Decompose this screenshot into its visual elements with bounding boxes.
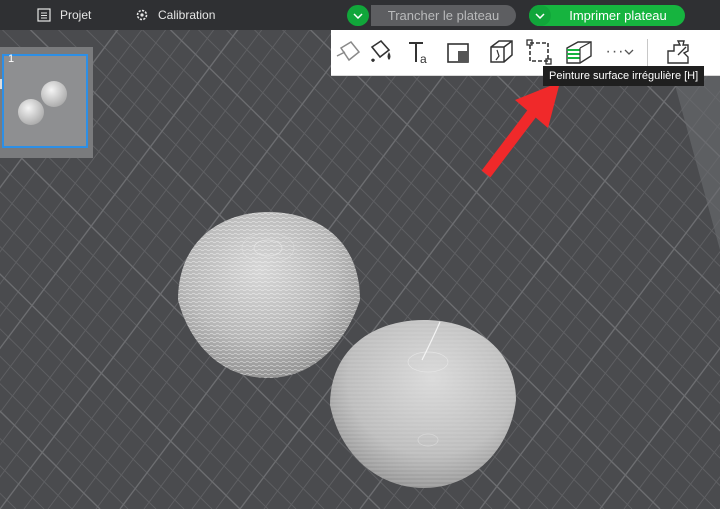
seam-painting-icon (526, 39, 552, 65)
tool-more[interactable]: ··· (601, 36, 639, 68)
tool-seam[interactable] (523, 36, 555, 68)
plate-number: 1 (8, 53, 15, 65)
chevron-down-icon (625, 49, 634, 55)
project-icon (36, 7, 52, 23)
more-icon: ··· (605, 43, 625, 60)
color-paint-icon (370, 39, 391, 62)
cube-split-icon (490, 40, 513, 63)
print-plate-button[interactable]: Imprimer plateau (529, 5, 685, 26)
cut-icon (447, 43, 469, 63)
tool-cut[interactable] (443, 36, 475, 68)
tool-paint-support[interactable] (333, 36, 365, 68)
tool-split[interactable] (485, 36, 517, 68)
paint-bucket-icon (336, 41, 361, 62)
tab-calibration-label: Calibration (158, 8, 216, 22)
top-bar: Projet Calibration Trancher le plateau I… (0, 0, 720, 30)
assembly-icon (667, 40, 689, 64)
text-icon: a (409, 42, 427, 66)
slice-plate-label: Trancher le plateau (371, 5, 516, 26)
svg-text:a: a (420, 52, 427, 66)
tool-fuzzy-skin-paint[interactable] (563, 36, 595, 68)
slice-plate-button[interactable]: Trancher le plateau (347, 5, 516, 26)
fuzzy-skin-icon (566, 41, 592, 64)
plate-preview-image (18, 81, 67, 125)
chevron-down-icon (353, 12, 363, 19)
tool-text[interactable]: a (403, 36, 435, 68)
tab-calibration[interactable]: Calibration (134, 0, 215, 30)
slice-dropdown-toggle[interactable] (347, 5, 369, 26)
plate-thumbnail-panel: » 1 (0, 47, 93, 158)
tool-assembly[interactable] (663, 36, 695, 68)
tab-project-label: Projet (60, 8, 92, 22)
tooltip: Peinture surface irrégulière [H] (543, 66, 705, 86)
calibration-icon (134, 7, 150, 23)
plate-thumbnail[interactable]: 1 (2, 53, 88, 148)
chevron-down-icon (535, 12, 545, 19)
toolbar-divider (647, 39, 648, 67)
tab-project[interactable]: Projet (36, 0, 91, 30)
print-plate-label: Imprimer plateau (569, 8, 667, 23)
print-dropdown-toggle[interactable] (529, 5, 551, 26)
tool-color-paint[interactable] (365, 36, 397, 68)
